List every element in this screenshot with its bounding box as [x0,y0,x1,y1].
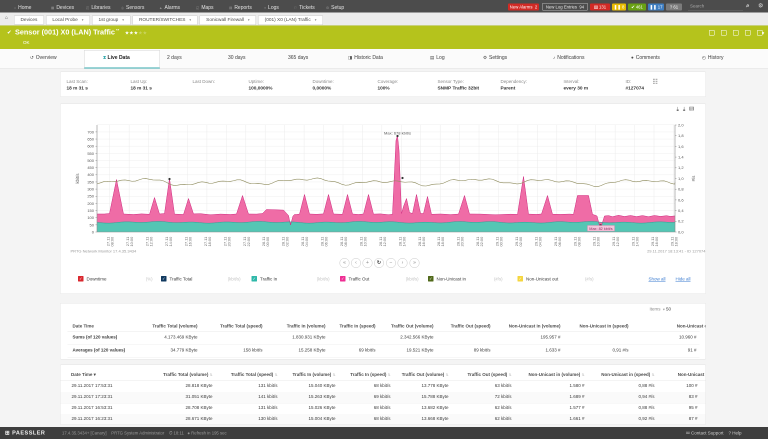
svg-text:100: 100 [87,215,94,220]
svg-text:18:00: 18:00 [207,236,212,247]
svg-text:00:00: 00:00 [499,236,504,247]
svg-text:16:00: 16:00 [421,236,426,247]
svg-text:02:00: 02:00 [518,236,523,247]
svg-text:2,0: 2,0 [678,122,684,127]
svg-text:10:00: 10:00 [129,236,134,247]
svg-text:250: 250 [87,194,94,199]
svg-text:1,2: 1,2 [678,165,684,170]
svg-text:700: 700 [87,129,94,134]
svg-text:400: 400 [87,172,94,177]
svg-text:350: 350 [87,179,94,184]
svg-text:08:00: 08:00 [576,236,581,247]
svg-text:150: 150 [87,208,94,213]
svg-text:50: 50 [90,222,95,227]
svg-text:14:00: 14:00 [635,236,640,247]
svg-text:06:00: 06:00 [324,236,329,247]
svg-text:0: 0 [92,229,95,234]
svg-text:12:00: 12:00 [382,236,387,247]
svg-text:14:00: 14:00 [168,236,173,247]
svg-text:12:00: 12:00 [615,236,620,247]
svg-text:14:00: 14:00 [401,236,406,247]
svg-text:22:00: 22:00 [246,236,251,247]
svg-text:500: 500 [87,158,94,163]
svg-text:0,6: 0,6 [678,197,684,202]
svg-text:kbit/s: kbit/s [75,174,80,184]
svg-text:06:00: 06:00 [557,236,562,247]
svg-text:04:00: 04:00 [537,236,542,247]
svg-text:Max: 82 kbit/s: Max: 82 kbit/s [589,227,613,231]
svg-text:08:00: 08:00 [110,236,115,247]
svg-text:1,6: 1,6 [678,144,684,149]
svg-text:10:00: 10:00 [596,236,601,247]
svg-text:22:00: 22:00 [479,236,484,247]
svg-text:600: 600 [87,144,94,149]
svg-text:02:00: 02:00 [285,236,290,247]
svg-text:12:00: 12:00 [149,236,154,247]
svg-text:200: 200 [87,201,94,206]
svg-text:1,0: 1,0 [678,176,684,181]
svg-text:10:00: 10:00 [362,236,367,247]
svg-text:450: 450 [87,165,94,170]
svg-text:00:00: 00:00 [265,236,270,247]
svg-text:0,0: 0,0 [678,229,684,234]
svg-text:0,2: 0,2 [678,219,684,224]
svg-text:#/s: #/s [691,176,696,182]
svg-text:300: 300 [87,187,94,192]
svg-text:1,4: 1,4 [678,155,684,160]
svg-text:16:00: 16:00 [654,236,659,247]
svg-text:16:00: 16:00 [187,236,192,247]
svg-text:18:00: 18:00 [440,236,445,247]
svg-text:0,8: 0,8 [678,187,684,192]
svg-text:08:00: 08:00 [343,236,348,247]
svg-text:650: 650 [87,136,94,141]
svg-text:04:00: 04:00 [304,236,309,247]
svg-text:20:00: 20:00 [226,236,231,247]
svg-text:20:00: 20:00 [460,236,465,247]
svg-text:1,8: 1,8 [678,133,684,138]
svg-text:0,4: 0,4 [678,208,684,213]
svg-text:550: 550 [87,151,94,156]
svg-text:18:00: 18:00 [673,236,678,247]
svg-text:Max: 678 kbit/s: Max: 678 kbit/s [384,131,411,136]
